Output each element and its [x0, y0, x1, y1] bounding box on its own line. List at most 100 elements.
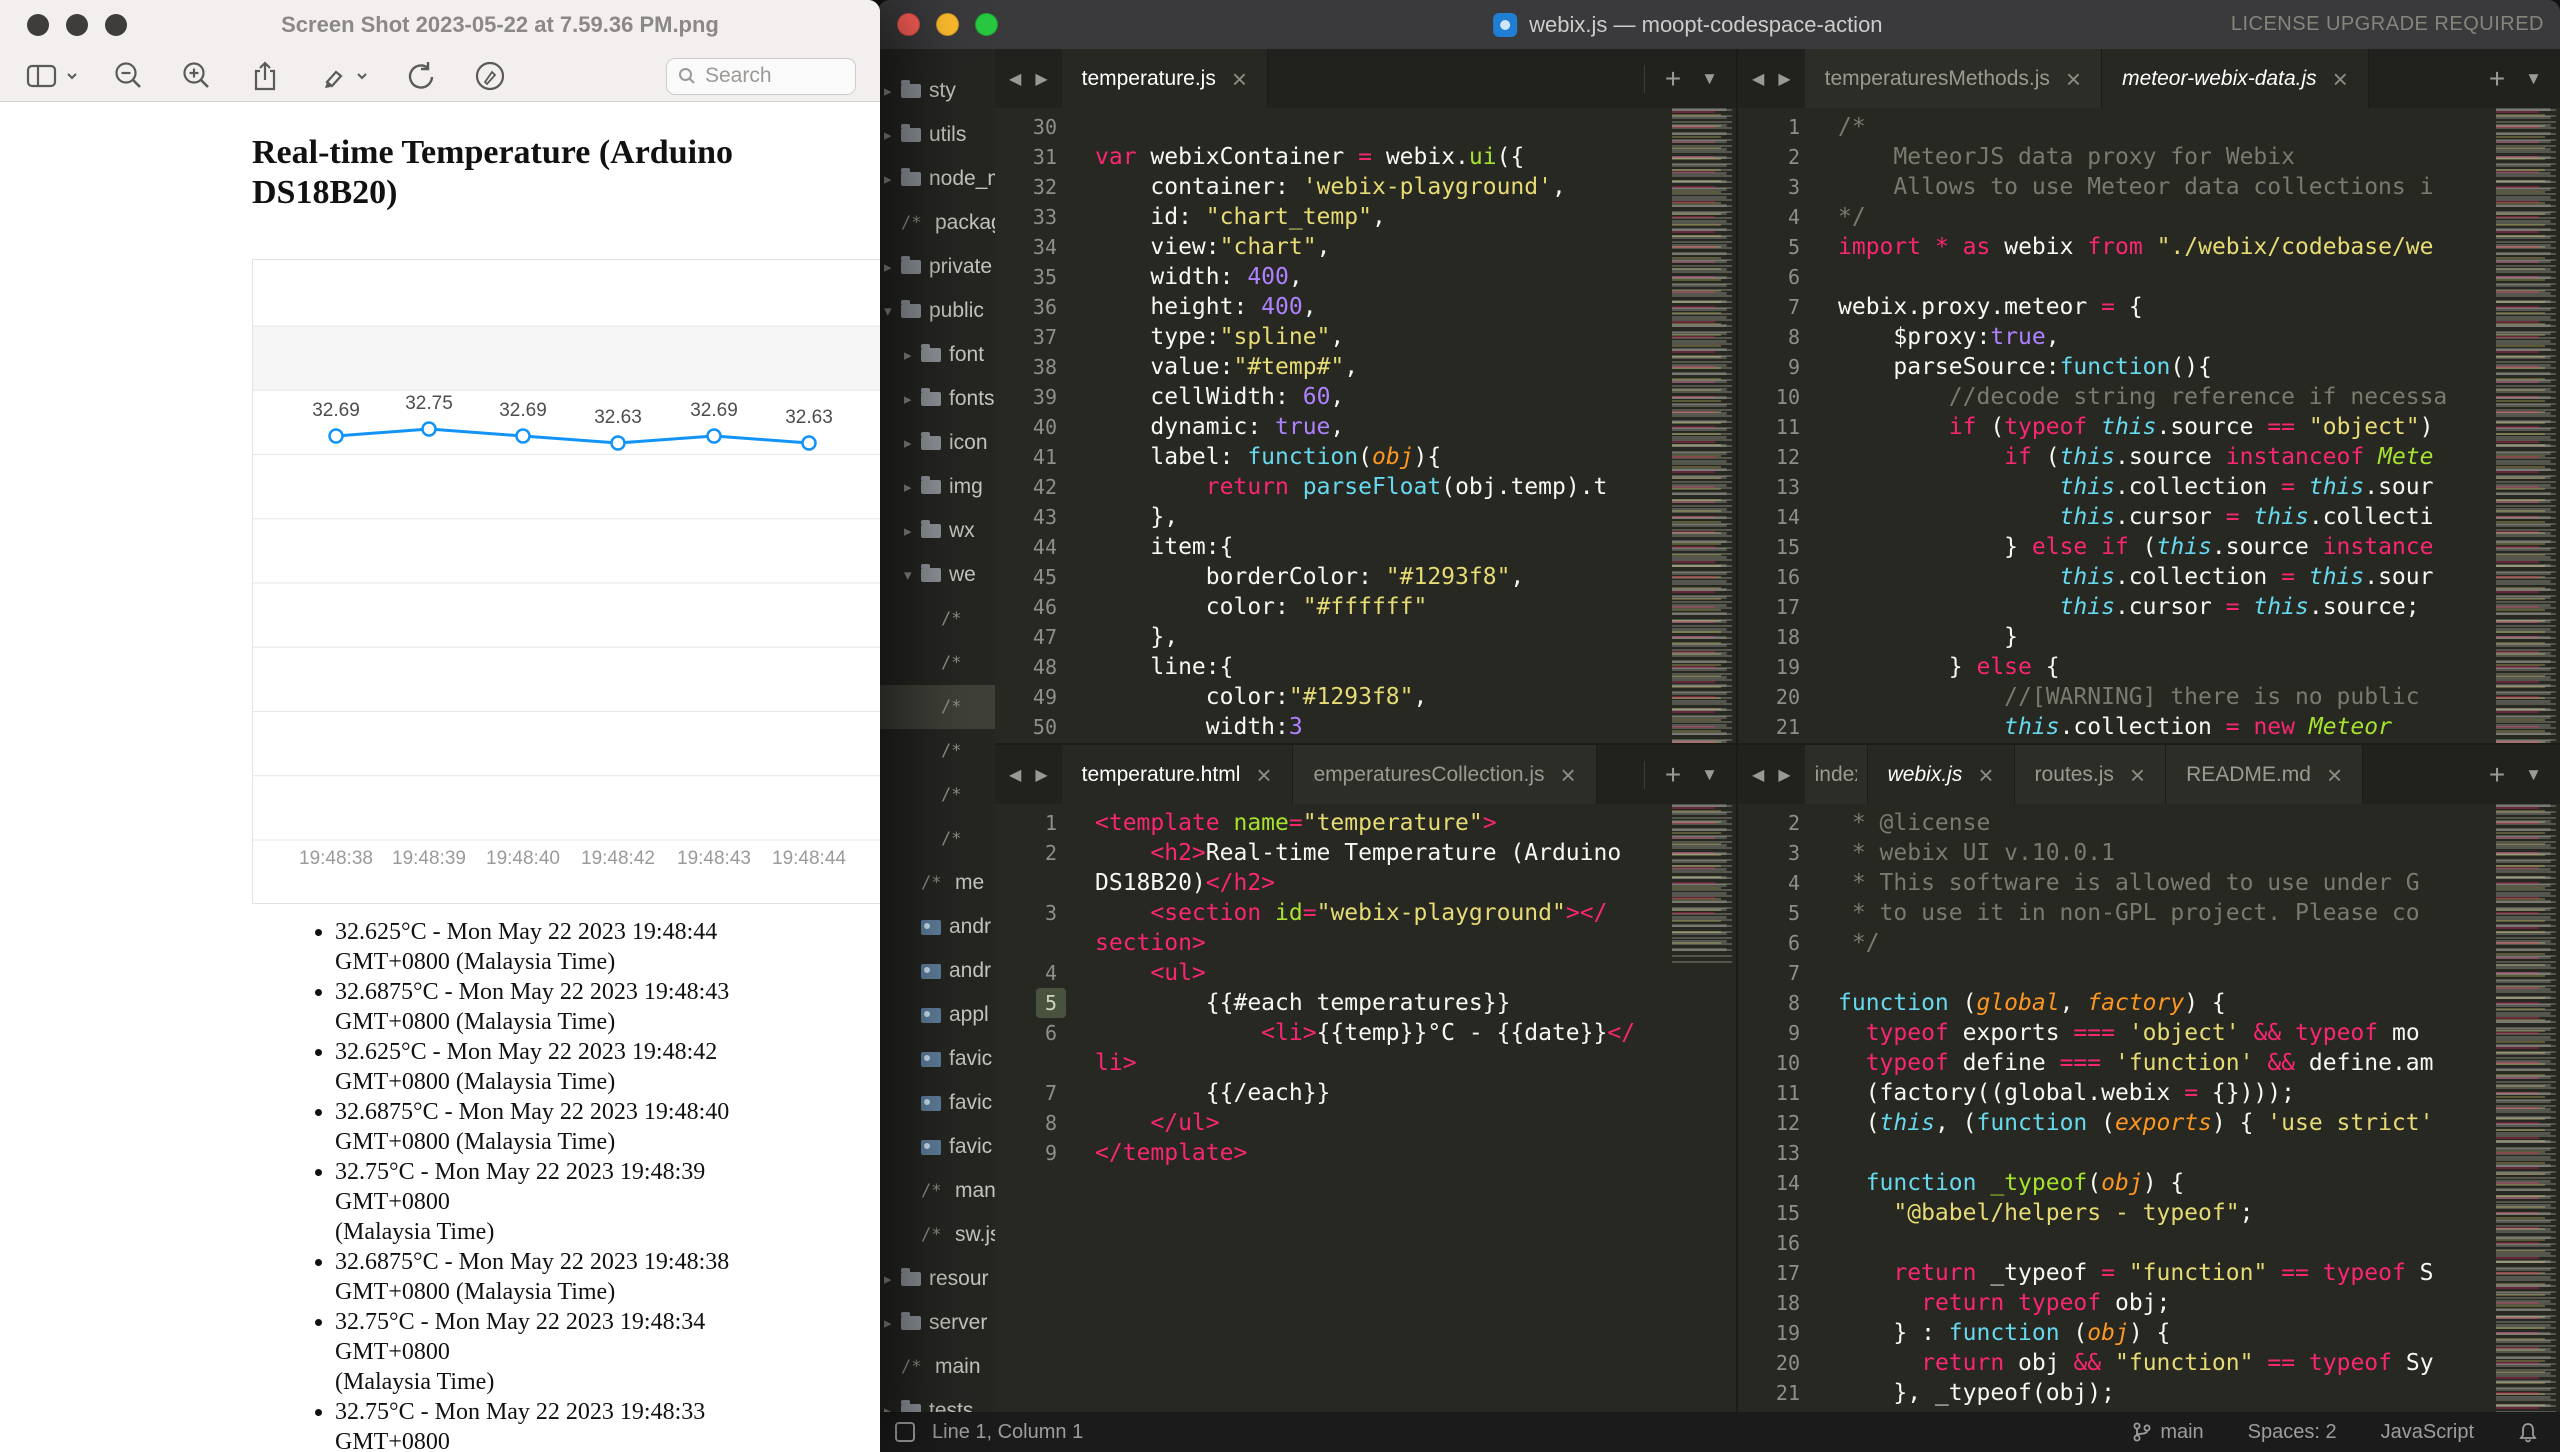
close-tab-icon[interactable]: ×	[2066, 66, 2081, 92]
nav-back-icon[interactable]: ◀	[1009, 765, 1021, 785]
sidebar-toggle-button[interactable]	[24, 59, 78, 93]
explorer-item-we[interactable]: ▾ we	[878, 553, 995, 597]
folder-icon	[921, 520, 941, 538]
tab-temperature.js[interactable]: temperature.js ×	[1061, 49, 1269, 108]
zoom-in-button[interactable]	[180, 59, 214, 93]
explorer-item-appl[interactable]: appl	[878, 993, 995, 1037]
nav-forward-icon[interactable]: ▶	[1778, 69, 1790, 89]
explorer-item-sty[interactable]: ▸ sty	[878, 69, 995, 113]
tab-meteor-webix-data.js[interactable]: meteor-webix-data.js ×	[2102, 49, 2369, 108]
nav-forward-icon[interactable]: ▶	[1778, 765, 1790, 785]
language-mode[interactable]: JavaScript	[2381, 1421, 2474, 1444]
tab-routes.js[interactable]: routes.js ×	[2014, 745, 2167, 804]
chevron-right-icon: ▸	[904, 435, 912, 452]
tab-webix.js[interactable]: webix.js ×	[1867, 745, 2015, 804]
indentation-setting[interactable]: Spaces: 2	[2248, 1421, 2337, 1444]
file-icon: /*	[921, 1225, 942, 1245]
explorer-item-wx[interactable]: ▸ wx	[878, 509, 995, 553]
explorer-item[interactable]: /*	[878, 597, 995, 641]
chevron-down-icon[interactable]: ▼	[2525, 69, 2542, 89]
close-tab-icon[interactable]: ×	[1256, 762, 1271, 788]
explorer-item-main[interactable]: /* main	[878, 1345, 995, 1389]
cursor-position[interactable]: Line 1, Column 1	[932, 1421, 1083, 1444]
explorer-item-favic[interactable]: favic	[878, 1125, 995, 1169]
minimap[interactable]	[1666, 804, 1736, 1412]
separator	[1643, 760, 1645, 789]
remote-indicator-icon[interactable]	[894, 1421, 916, 1443]
chevron-down-icon[interactable]: ▼	[1701, 69, 1718, 89]
close-tab-icon[interactable]: ×	[2333, 66, 2348, 92]
explorer-item-man[interactable]: /* man	[878, 1169, 995, 1213]
editor[interactable]: 1/* 2 MeteorJS data proxy for Webix 3 Allo…	[1738, 108, 2560, 743]
explorer-item-favic[interactable]: favic	[878, 1037, 995, 1081]
explorer-item-private[interactable]: ▸ private	[878, 245, 995, 289]
tab-README.md[interactable]: README.md ×	[2166, 745, 2364, 804]
explorer-item-packag[interactable]: /* packag	[878, 201, 995, 245]
explorer-item-favic[interactable]: favic	[878, 1081, 995, 1125]
close-tab-icon[interactable]: ×	[1978, 762, 1993, 788]
code-line: 50 width:3	[1032, 714, 1303, 740]
editor[interactable]: 30 31 var webixContainer = webix.ui({32 co…	[995, 108, 1736, 743]
explorer-item-utils[interactable]: ▸ utils	[878, 113, 995, 157]
minimize-window-button[interactable]	[936, 13, 959, 36]
tab-temperaturesMethods.js[interactable]: temperaturesMethods.js ×	[1804, 49, 2103, 108]
explorer-item[interactable]: /*	[878, 817, 995, 861]
file-icon	[1493, 12, 1518, 37]
minimap[interactable]	[2490, 804, 2560, 1412]
new-tab-icon[interactable]: +	[2489, 759, 2505, 791]
close-window-button[interactable]	[897, 13, 920, 36]
nav-forward-icon[interactable]: ▶	[1035, 69, 1047, 89]
markup-marker-button[interactable]	[316, 59, 368, 93]
tab-index.js[interactable]: index.js	[1804, 745, 1868, 804]
explorer-item-public[interactable]: ▾ public	[878, 289, 995, 333]
minimap[interactable]	[2490, 108, 2560, 743]
file-icon: /*	[941, 829, 962, 849]
nav-back-icon[interactable]: ◀	[1752, 765, 1764, 785]
search-field[interactable]: Search	[666, 57, 856, 95]
zoom-window-button[interactable]	[975, 13, 998, 36]
explorer-item-img[interactable]: ▸ img	[878, 465, 995, 509]
notifications-bell-icon[interactable]	[2518, 1421, 2538, 1443]
tab-temperaturesCollection.js[interactable]: temperaturesCollection.js ×	[1292, 745, 1597, 804]
new-tab-icon[interactable]: +	[1665, 63, 1681, 95]
chevron-down-icon[interactable]: ▼	[1701, 765, 1718, 785]
close-tab-icon[interactable]: ×	[2130, 762, 2145, 788]
chevron-down-icon[interactable]: ▼	[2525, 765, 2542, 785]
explorer-item-sw.js[interactable]: /* sw.js	[878, 1213, 995, 1257]
temperature-reading: 32.625°C - Mon May 22 2023 19:48:44 GMT+…	[335, 917, 757, 977]
code-line: 1/*	[1787, 114, 1866, 140]
markup-toolbar-button[interactable]	[472, 58, 508, 94]
explorer-item-node_m[interactable]: ▸ node_m	[878, 157, 995, 201]
nav-forward-icon[interactable]: ▶	[1035, 765, 1047, 785]
explorer-item-me[interactable]: /* me	[878, 861, 995, 905]
explorer-item-andr[interactable]: andr	[878, 905, 995, 949]
editor[interactable]: 1 <template name="temperature"> 2 <h2>Real…	[995, 804, 1736, 1412]
explorer-item[interactable]: /*	[878, 685, 995, 729]
tab-bar: ◀ ▶ temperature.html × temperaturesCollect…	[995, 745, 1736, 804]
tab-temperature.html[interactable]: temperature.html ×	[1061, 745, 1293, 804]
git-branch[interactable]: main	[2133, 1421, 2204, 1444]
rotate-button[interactable]	[402, 59, 438, 93]
new-tab-icon[interactable]: +	[1665, 759, 1681, 791]
explorer-item-andr[interactable]: andr	[878, 949, 995, 993]
zoom-out-button[interactable]	[112, 59, 146, 93]
close-tab-icon[interactable]: ×	[1561, 762, 1576, 788]
close-tab-icon[interactable]: ×	[2327, 762, 2342, 788]
explorer-item-font[interactable]: ▸ font	[878, 333, 995, 377]
nav-back-icon[interactable]: ◀	[1009, 69, 1021, 89]
explorer-item[interactable]: /*	[878, 641, 995, 685]
close-tab-icon[interactable]: ×	[1232, 66, 1247, 92]
explorer-item-resour[interactable]: ▸ resour	[878, 1257, 995, 1301]
editor[interactable]: 2 * @license 3 * webix UI v.10.0.1 4 * Thi…	[1738, 804, 2560, 1412]
explorer-item-server[interactable]: ▸ server	[878, 1301, 995, 1345]
nav-back-icon[interactable]: ◀	[1752, 69, 1764, 89]
explorer-item-fonts[interactable]: ▸ fonts	[878, 377, 995, 421]
explorer-item-tests[interactable]: ▸ tests	[878, 1389, 995, 1412]
explorer-item[interactable]: /*	[878, 773, 995, 817]
new-tab-icon[interactable]: +	[2489, 63, 2505, 95]
code-line: 6 <li>{{temp}}°C - {{date}}</	[1044, 1020, 1636, 1046]
minimap[interactable]	[1666, 108, 1736, 743]
explorer-item-icon[interactable]: ▸ icon	[878, 421, 995, 465]
share-button[interactable]	[248, 59, 282, 93]
explorer-item[interactable]: /*	[878, 729, 995, 773]
